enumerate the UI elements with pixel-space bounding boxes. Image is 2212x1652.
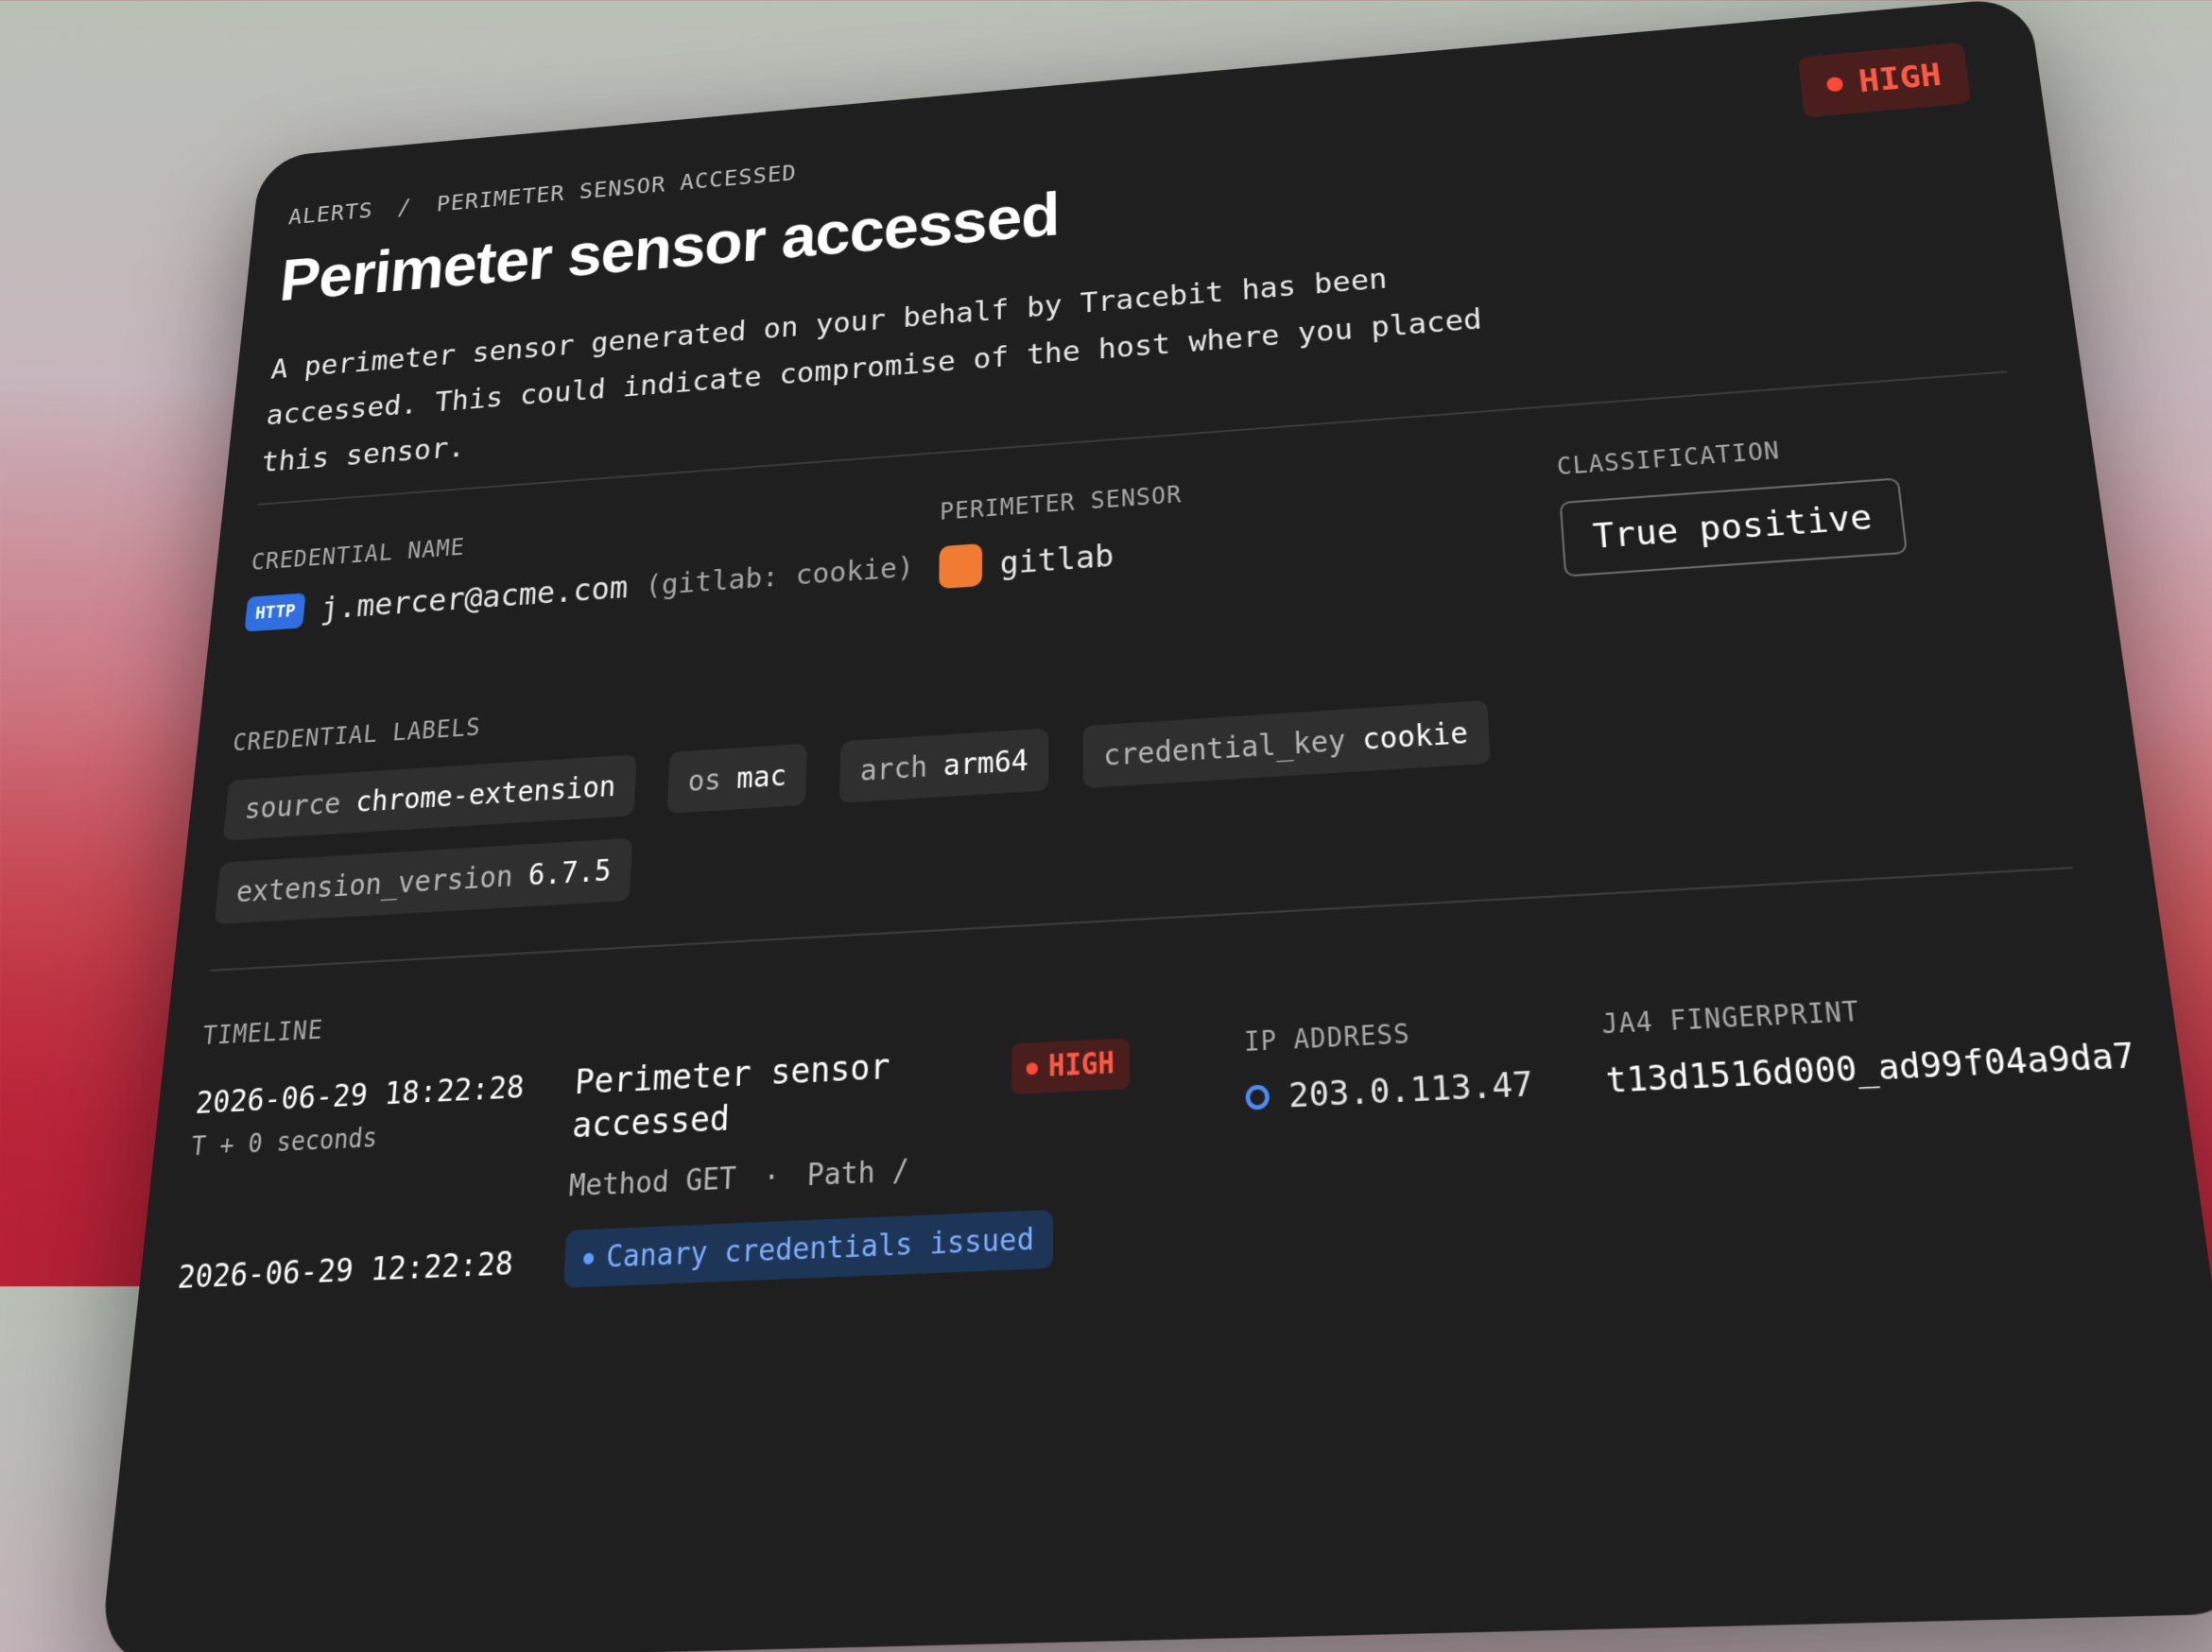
event-time: 2026-06-29 18:22:28 (194, 1068, 526, 1121)
ja4-heading: JA4 FINGERPRINT (1600, 995, 1862, 1041)
alert-detail-card: ALERTS / PERIMETER SENSOR ACCESSED HIGH … (98, 0, 2212, 1652)
classification-heading: CLASSIFICATION (1555, 437, 1782, 481)
event-title[interactable]: Perimeter sensor accessed (571, 1043, 912, 1147)
label-value: chrome-extension (354, 769, 617, 819)
ip-section: IP ADDRESS 203.0.113.47 (1244, 1012, 1534, 1118)
classification-select[interactable]: True positive (1559, 477, 1909, 577)
severity-badge: HIGH (1797, 42, 1972, 118)
label-value: 6.7.5 (527, 853, 613, 892)
severity-dot-icon (1825, 76, 1844, 93)
label-key: source (243, 786, 342, 826)
ip-address[interactable]: 203.0.113.47 (1288, 1064, 1534, 1116)
timeline-event-detail: Perimeter sensor accessed Method GET · P… (567, 1043, 913, 1204)
event-title[interactable]: Canary credentials issued (605, 1222, 1034, 1275)
ip-heading: IP ADDRESS (1243, 1018, 1411, 1058)
credential-name[interactable]: j.mercer@acme.com (320, 569, 629, 627)
sensor-name[interactable]: gitlab (1000, 537, 1115, 581)
gitlab-square-icon (939, 542, 983, 590)
ja4-section: JA4 FINGERPRINT t13d1516d000_ad99f04a9da… (1600, 982, 2137, 1102)
sensor-section: PERIMETER SENSOR gitlab (939, 480, 1184, 590)
event-severity-label: HIGH (1047, 1047, 1115, 1084)
ja4-fingerprint[interactable]: t13d1516d000_ad99f04a9da7 (1604, 1035, 2137, 1101)
label-key: credential_key (1102, 723, 1347, 773)
label-value: cookie (1361, 715, 1469, 757)
label-key: extension_version (234, 859, 514, 909)
label-chip: arch arm64 (839, 728, 1049, 803)
classification-section: CLASSIFICATION True positive (1555, 428, 1909, 577)
label-chip: source chrome-extension (222, 754, 637, 841)
label-chip: credential_key cookie (1082, 699, 1492, 789)
event-method: Method GET (567, 1162, 737, 1204)
breadcrumb-separator: / (396, 194, 413, 220)
http-badge: HTTP (244, 592, 306, 632)
timeline-event: 2026-06-29 18:22:28 T + 0 seconds (190, 1068, 526, 1162)
credential-section: CREDENTIAL NAME HTTP j.mercer@acme.com (… (244, 501, 915, 632)
event-time: 2026-06-29 12:22:28 (176, 1244, 515, 1297)
sensor-heading: PERIMETER SENSOR (940, 480, 1183, 525)
ip-ring-icon (1245, 1084, 1270, 1110)
label-value: arm64 (942, 743, 1028, 783)
labels-section: CREDENTIAL LABELS source chrome-extensio… (214, 638, 1635, 925)
credential-suffix: (gitlab: cookie) (644, 550, 915, 602)
severity-label: HIGH (1857, 57, 1944, 100)
timeline-heading: TIMELINE (200, 1015, 325, 1051)
event-path: Path / (806, 1153, 910, 1194)
label-chip: os mac (666, 743, 808, 814)
label-key: arch (859, 749, 928, 788)
event-severity-badge: HIGH (1011, 1038, 1130, 1095)
severity-dot-icon (1026, 1061, 1038, 1075)
event-tag: Canary credentials issued (562, 1209, 1054, 1288)
label-value: mac (735, 758, 787, 796)
meta-separator: · (762, 1160, 781, 1196)
event-dot-icon (582, 1252, 595, 1265)
timeline-event: 2026-06-29 12:22:28 (176, 1244, 514, 1296)
breadcrumb-alerts-link[interactable]: ALERTS (287, 198, 374, 230)
event-relative-time: T + 0 seconds (189, 1122, 379, 1162)
label-chip: extension_version 6.7.5 (214, 837, 633, 925)
label-key: os (686, 763, 722, 799)
